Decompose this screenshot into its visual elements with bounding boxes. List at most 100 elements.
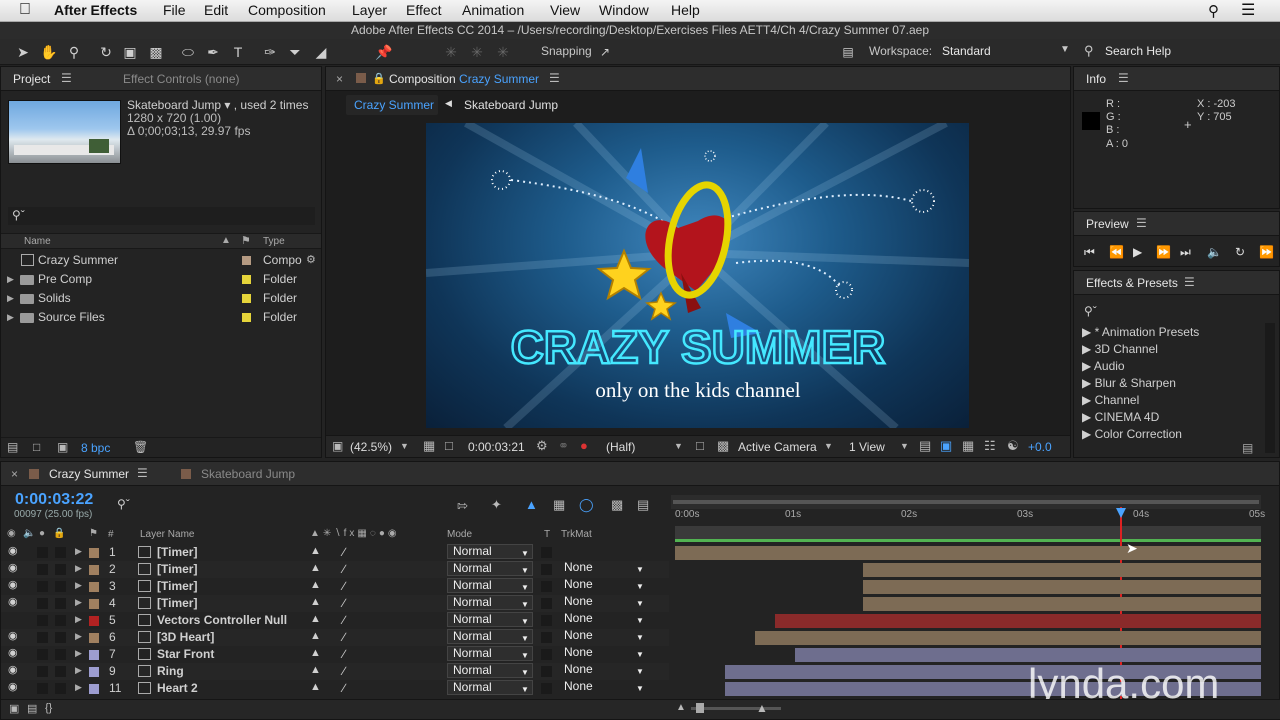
toggle-switches-icon[interactable]: ▣ [9, 702, 19, 715]
trkmat-dropdown[interactable]: None ▼ [559, 595, 649, 610]
menu-edit[interactable]: Edit [204, 2, 228, 18]
layer-bar[interactable] [862, 563, 1261, 577]
close-icon[interactable]: × [11, 467, 18, 481]
eye-icon[interactable]: ◉ [8, 561, 18, 574]
expand-icon[interactable]: ▶ [75, 597, 82, 608]
preserve-transparency-toggle[interactable] [541, 615, 552, 626]
shy-switch-icon[interactable]: ▲ [310, 545, 321, 557]
menu-layer[interactable]: Layer [352, 2, 387, 18]
scrollbar[interactable] [1265, 323, 1275, 453]
resolution-dropdown-icon[interactable]: ▼ [674, 441, 683, 451]
lock-toggle[interactable] [55, 615, 66, 626]
tab-timeline-crazy-summer[interactable]: Crazy Summer [49, 467, 129, 481]
solo-toggle[interactable] [37, 547, 48, 558]
time-ruler[interactable]: 0:00s 01s 02s 03s 04s 05s [671, 509, 1265, 525]
layer-row[interactable]: ◉ ▶ 3 [Timer] ▲ ∕ Normal ▼ None ▼ [1, 578, 669, 595]
mode-dropdown[interactable]: Normal ▼ [447, 612, 533, 627]
expand-icon[interactable]: ▶ [75, 580, 82, 591]
brush-tool-icon[interactable]: ✑ [261, 43, 279, 61]
zoom-slider-handle[interactable] [696, 703, 704, 713]
snapshot-camera-icon[interactable]: ⚙ [536, 438, 548, 454]
layer-row[interactable]: ◉ ▶ 2 [Timer] ▲ ∕ Normal ▼ None ▼ [1, 561, 669, 578]
search-icon[interactable]: ⚲ˇ [117, 497, 130, 511]
trkmat-dropdown[interactable]: None ▼ [559, 663, 649, 678]
region-of-interest-icon[interactable]: □ [696, 438, 704, 453]
layer-row[interactable]: ◉ ▶ 6 [3D Heart] ▲ ∕ Normal ▼ None ▼ [1, 629, 669, 646]
layer-name[interactable]: [3D Heart] [157, 630, 214, 644]
layer-name[interactable]: [Timer] [157, 596, 197, 610]
tab-effect-controls[interactable]: Effect Controls (none) [123, 72, 240, 86]
zoom-dropdown-icon[interactable]: ▼ [400, 441, 409, 451]
eye-icon[interactable]: ◉ [8, 629, 18, 642]
flowchart-icon[interactable]: ☷ [984, 438, 996, 454]
quality-switch-icon[interactable]: ∕ [343, 613, 345, 627]
eye-icon[interactable]: ◉ [8, 544, 18, 557]
label-color-swatch[interactable] [89, 633, 99, 643]
zoom-tool-icon[interactable]: ⚲ [65, 43, 83, 61]
eraser-tool-icon[interactable]: ◢ [312, 43, 330, 61]
comp-nav-current[interactable]: Crazy Summer [346, 95, 438, 115]
layer-bar[interactable] [774, 614, 1261, 628]
quality-switch-icon[interactable]: ∕ [343, 562, 345, 576]
tab-timeline-skateboard-jump[interactable]: Skateboard Jump [201, 467, 295, 481]
list-item[interactable]: Crazy Summer Compo ⚙ [1, 252, 321, 269]
lock-toggle[interactable] [55, 632, 66, 643]
type-tool-icon[interactable]: T [229, 43, 247, 61]
brainstorm-icon[interactable]: ▤ [637, 497, 649, 513]
label-color-swatch[interactable] [89, 650, 99, 660]
hand-tool-icon[interactable]: ✋ [40, 43, 58, 61]
trkmat-dropdown[interactable]: None ▼ [559, 561, 649, 576]
layer-row[interactable]: ◉ ▶ 9 Ring ▲ ∕ Normal ▼ None ▼ [1, 663, 669, 680]
solo-toggle[interactable] [37, 632, 48, 643]
search-help-input[interactable]: Search Help [1105, 44, 1171, 58]
layer-bar[interactable] [675, 546, 1261, 560]
workspace-select[interactable]: Standard [942, 44, 991, 58]
shy-switch-icon[interactable]: ▲ [310, 630, 321, 642]
quality-switch-icon[interactable]: ∕ [343, 630, 345, 644]
solo-toggle[interactable] [37, 564, 48, 575]
channel-icon[interactable]: ● [580, 438, 588, 453]
flowchart-icon[interactable]: ⚙ [306, 252, 316, 269]
effect-category[interactable]: ▶ Blur & Sharpen [1082, 376, 1176, 390]
menu-file[interactable]: File [163, 2, 186, 18]
mode-dropdown[interactable]: Normal ▼ [447, 680, 533, 695]
play-icon[interactable]: ▶ [1133, 245, 1142, 259]
menu-animation[interactable]: Animation [462, 2, 524, 18]
label-color-swatch[interactable] [242, 256, 251, 265]
ram-preview-icon[interactable]: ⏩ [1259, 245, 1274, 259]
list-item[interactable]: ▶ Solids Folder [1, 290, 321, 307]
effect-category[interactable]: ▶ 3D Channel [1082, 342, 1158, 356]
comp-mini-flowchart-icon[interactable]: ⇰ [457, 498, 468, 514]
mode-dropdown[interactable]: Normal ▼ [447, 578, 533, 593]
label-color-swatch[interactable] [89, 684, 99, 694]
quality-switch-icon[interactable]: ∕ [343, 545, 345, 559]
eye-icon[interactable]: ◉ [8, 663, 18, 676]
layer-name[interactable]: Star Front [157, 647, 214, 661]
layer-row[interactable]: ▶ 5 Vectors Controller Null ▲ ∕ Normal ▼ None ▼ [1, 612, 669, 629]
safe-zones-icon[interactable]: ▦ [423, 438, 435, 454]
next-frame-icon[interactable]: ⏩ [1156, 245, 1171, 259]
reset-exposure-icon[interactable]: ☯ [1007, 438, 1019, 454]
expand-icon[interactable]: ▶ [75, 682, 82, 693]
new-folder-icon[interactable]: ▤ [1242, 441, 1253, 455]
expand-icon[interactable]: ▶ [75, 648, 82, 659]
draft-3d-icon[interactable]: ✦ [491, 497, 502, 513]
preserve-transparency-toggle[interactable] [541, 547, 552, 558]
mode-dropdown[interactable]: Normal ▼ [447, 629, 533, 644]
solo-toggle[interactable] [37, 666, 48, 677]
lock-toggle[interactable] [55, 581, 66, 592]
effects-search-input[interactable]: ⚲ˇ [1082, 303, 1272, 321]
spotlight-icon[interactable]: ⚲ [1208, 2, 1219, 20]
selection-tool-icon[interactable]: ➤ [14, 43, 32, 61]
snapping-label[interactable]: Snapping [541, 44, 592, 58]
menu-effect[interactable]: Effect [406, 2, 442, 18]
trkmat-dropdown[interactable]: None ▼ [559, 680, 649, 695]
zoom-in-icon[interactable]: ▲ [756, 701, 768, 715]
vr-icon[interactable]: ▤ [837, 43, 859, 61]
label-color-swatch[interactable] [242, 275, 251, 284]
solo-toggle[interactable] [37, 683, 48, 694]
tab-project[interactable]: Project [13, 72, 50, 86]
shy-layers-icon[interactable]: ▲ [525, 497, 538, 512]
shy-switch-icon[interactable]: ▲ [310, 596, 321, 608]
label-color-swatch[interactable] [89, 565, 99, 575]
